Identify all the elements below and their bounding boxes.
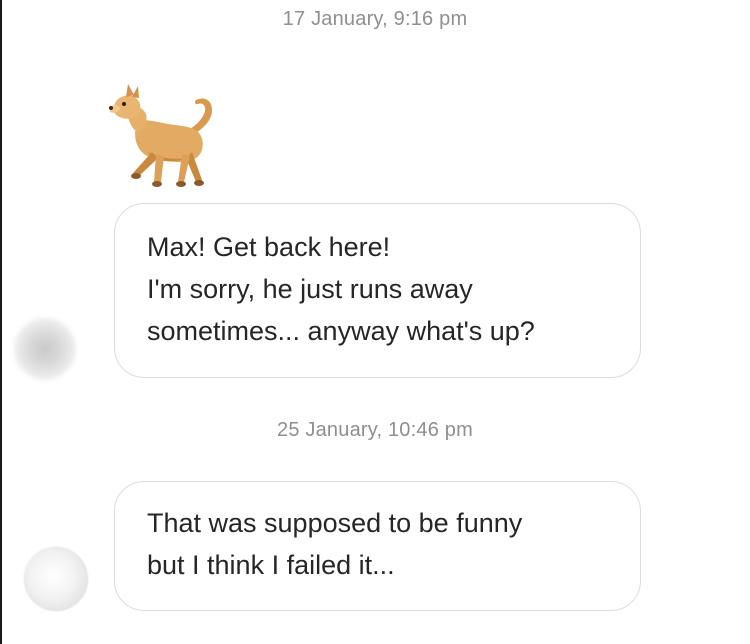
message-timestamp: 25 January, 10:46 pm xyxy=(277,419,473,441)
window-edge xyxy=(0,0,2,644)
sender-avatar[interactable] xyxy=(14,318,76,380)
message-line: I'm sorry, he just runs away xyxy=(147,274,473,304)
message-line: Max! Get back here! xyxy=(147,232,391,262)
dog-emoji-icon xyxy=(109,84,212,187)
message-bubble[interactable]: Max! Get back here! I'm sorry, he just r… xyxy=(114,203,641,378)
message-line: but I think I failed it... xyxy=(147,550,395,580)
message-timestamp: 17 January, 9:16 pm xyxy=(282,8,468,30)
message-line: That was supposed to be funny xyxy=(147,508,523,538)
sender-avatar[interactable] xyxy=(24,547,88,611)
message-line: sometimes... anyway what's up? xyxy=(147,316,535,346)
message-bubble[interactable]: That was supposed to be funny but I thin… xyxy=(114,481,641,611)
